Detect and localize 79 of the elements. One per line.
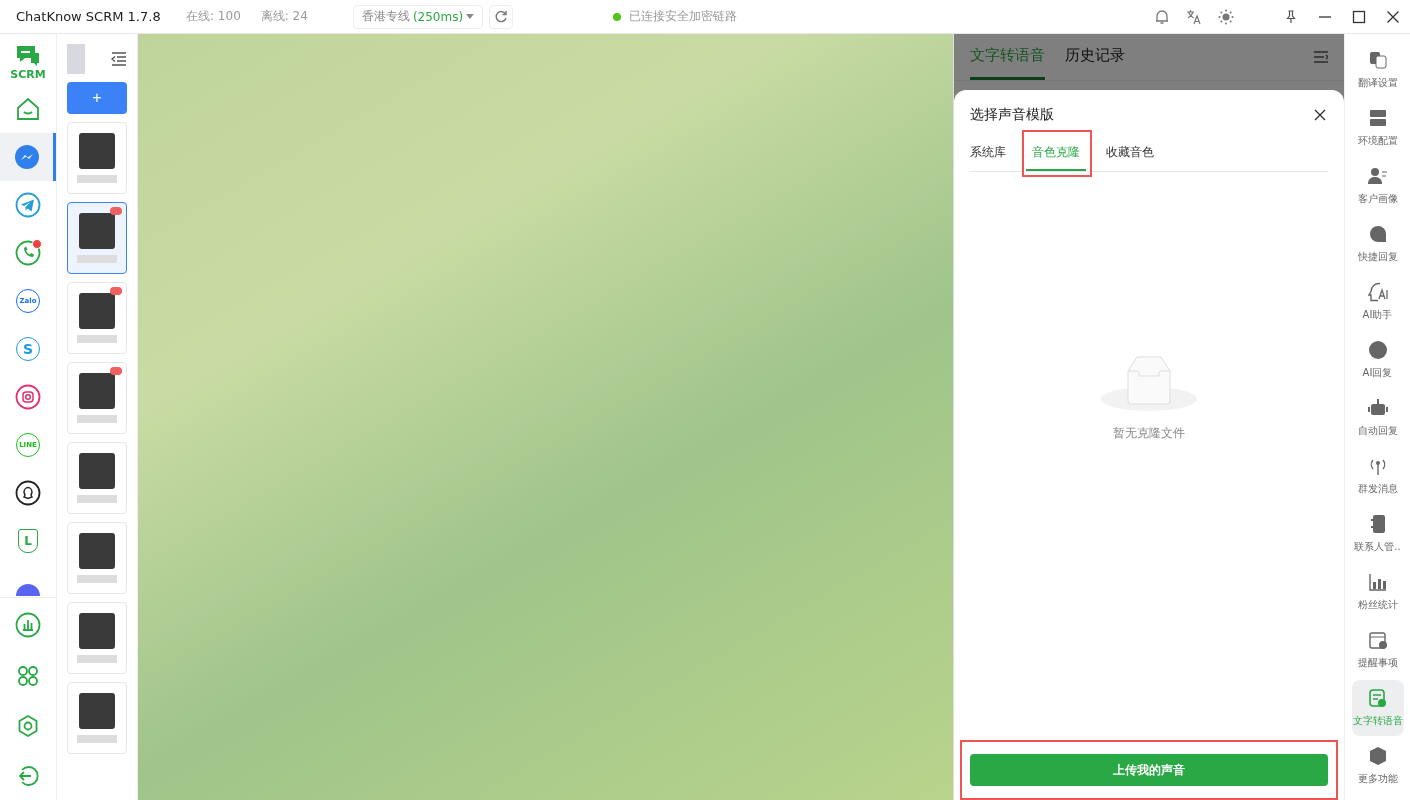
camera-icon [15,384,41,410]
tool-item[interactable]: 提醒事项 [1351,622,1404,678]
tool-item[interactable]: 快捷回复 [1351,216,1404,272]
panel-tab[interactable]: 历史记录 [1065,34,1125,80]
connection-status: 已连接安全加密链路 [628,8,737,25]
tool-item[interactable]: AI助手 [1351,274,1404,330]
refresh-icon [493,9,508,24]
blurred-avatar [79,373,115,409]
tool-icon [1367,688,1388,708]
brightness-icon[interactable] [1218,8,1234,25]
line-select[interactable]: 香港专线 (250ms) [352,4,483,29]
controller-icon [15,582,41,596]
add-account-button[interactable]: + [67,82,127,114]
tool-item[interactable]: 群发消息 [1351,448,1404,504]
phone-icon [15,240,41,266]
voice-tab[interactable]: 音色克隆 [1026,138,1086,171]
blurred-placeholder [67,44,85,74]
empty-message: 暂无克隆文件 [1113,424,1185,442]
sheet-title: 选择声音模版 [970,106,1054,124]
account-card[interactable] [67,202,127,274]
offline-count: 离线: 24 [260,8,308,25]
voice-tab[interactable]: 系统库 [970,138,1012,171]
blurred-name [77,655,117,663]
tool-icon [1367,224,1388,244]
grid-icon[interactable] [16,664,40,688]
logo-text: SCRM [10,68,46,81]
tool-icon [1367,340,1388,360]
caret-icon [466,14,474,19]
app-title: ChatKnow SCRM 1.7.8 [16,9,162,24]
voice-tab[interactable]: 收藏音色 [1100,138,1160,171]
tool-item[interactable]: 更多功能 [1351,738,1404,794]
messenger-icon [13,144,40,170]
tool-item[interactable]: 联系人管.. [1351,506,1404,562]
exit-icon[interactable] [16,764,40,788]
blurred-name [77,335,117,343]
blurred-name [77,255,117,263]
tool-icon [1367,746,1388,766]
shield-logo-icon: L [18,529,38,553]
tool-item[interactable]: 粉丝统计 [1351,564,1404,620]
tool-item[interactable]: 客户画像 [1351,158,1404,214]
tool-item[interactable]: AI回复 [1351,332,1404,388]
tool-icon [1367,398,1388,418]
blurred-avatar [79,213,115,249]
tool-icon [1367,282,1388,302]
tool-item[interactable]: 环境配置 [1351,100,1404,156]
blurred-name [77,575,117,583]
blurred-avatar [79,613,115,649]
close-icon[interactable] [1314,109,1326,121]
close-icon[interactable] [1386,9,1400,24]
tool-icon [1367,108,1388,128]
tool-icon [1367,630,1388,650]
blurred-name [77,495,117,503]
blurred-avatar [79,533,115,569]
settings-icon[interactable] [16,714,40,738]
chat-bubble-icon [15,44,41,68]
tool-icon [1367,166,1388,186]
menu-icon[interactable] [1314,51,1328,63]
tool-item[interactable]: 自动回复 [1351,390,1404,446]
tool-icon [1367,572,1388,592]
blurred-avatar [79,453,115,489]
blurred-name [77,735,117,743]
bar-chart-icon[interactable] [15,612,41,638]
blurred-avatar [79,693,115,729]
tool-icon [1367,50,1388,70]
translate-icon[interactable] [1186,8,1202,25]
tool-item[interactable]: 翻译设置 [1351,42,1404,98]
refresh-button[interactable] [488,4,513,29]
blurred-avatar [79,293,115,329]
online-count: 在线: 100 [186,8,241,25]
maximize-icon[interactable] [1352,9,1366,24]
paper-plane-icon [15,192,41,218]
pin-icon[interactable] [1284,9,1298,24]
bell-icon[interactable] [1154,8,1170,25]
blurred-avatar [79,133,115,169]
home-icon [15,96,41,122]
ghost-icon [15,480,41,506]
blurred-name [77,175,117,183]
blurred-name [77,415,117,423]
collapse-icon[interactable] [111,52,127,66]
